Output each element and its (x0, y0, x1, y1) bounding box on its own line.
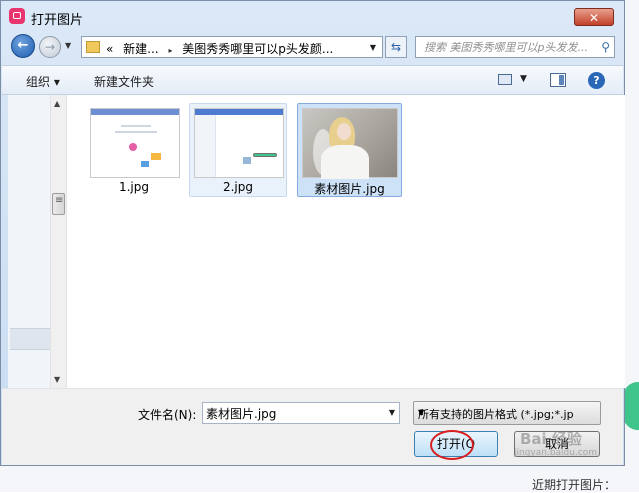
organize-menu[interactable]: 组织 ▾ (26, 73, 60, 90)
file-name: 素材图片.jpg (314, 182, 385, 196)
filetype-select[interactable]: 所有支持的图片格式 (*.jpg;*.jp ▼ (413, 401, 601, 425)
file-name: 1.jpg (118, 180, 150, 194)
breadcrumb-item-current[interactable]: 美图秀秀哪里可以p头发颜... (182, 42, 333, 56)
scrollbar-thumb[interactable] (52, 193, 65, 215)
address-bar[interactable]: « 新建... ▸ 美图秀秀哪里可以p头发颜... ▼ (81, 36, 383, 58)
file-item-1jpg[interactable]: 1.jpg (85, 103, 183, 197)
help-icon[interactable]: ? (588, 72, 605, 89)
file-item-2jpg[interactable]: 2.jpg (189, 103, 287, 197)
refresh-button[interactable]: ⇆ (385, 36, 407, 58)
forward-button[interactable]: → (39, 36, 61, 58)
dialog-title: 打开图片 (31, 13, 84, 28)
file-name: 2.jpg (222, 180, 254, 194)
view-mode-icon[interactable] (498, 74, 512, 85)
filename-field[interactable] (203, 403, 381, 423)
scroll-up-icon[interactable]: ▲ (54, 99, 60, 108)
address-dropdown-icon[interactable]: ▼ (370, 43, 376, 52)
search-box[interactable]: ⚲ (415, 36, 615, 58)
filename-combobox[interactable]: ▼ (202, 402, 400, 424)
back-button[interactable]: ← (11, 34, 35, 58)
recent-locations-dropdown[interactable]: ▼ (65, 41, 71, 50)
filetype-dropdown-icon[interactable]: ▼ (418, 408, 595, 417)
open-image-dialog: 打开图片 ✕ ← → ▼ « 新建... ▸ 美图秀秀哪里可以p头发颜... ▼… (0, 0, 625, 466)
search-icon[interactable]: ⚲ (601, 40, 610, 54)
annotation-red-circle (430, 430, 474, 460)
navigation-bar: ← → ▼ « 新建... ▸ 美图秀秀哪里可以p头发颜... ▼ ⇆ ⚲ (1, 33, 624, 61)
breadcrumb-item-new[interactable]: 新建... (123, 42, 158, 56)
navigation-pane[interactable] (8, 95, 50, 388)
navigation-pane-scrollbar[interactable]: ▲ ▼ (50, 95, 67, 388)
title-bar: 打开图片 ✕ (1, 1, 624, 33)
scroll-down-icon[interactable]: ▼ (54, 375, 60, 384)
file-item-material-image[interactable]: 素材图片.jpg (297, 103, 402, 197)
recent-images-label: 近期打开图片： (532, 478, 617, 492)
meitu-app-icon (9, 8, 25, 24)
close-button[interactable]: ✕ (574, 8, 614, 26)
new-folder-button[interactable]: 新建文件夹 (94, 73, 154, 90)
navigation-pane-selected-item[interactable] (10, 328, 50, 350)
background-green-button (623, 382, 639, 430)
view-mode-dropdown-icon[interactable]: ▼ (520, 74, 527, 84)
filename-label: 文件名(N): (138, 408, 197, 422)
folder-icon (86, 41, 100, 53)
filename-dropdown-icon[interactable]: ▼ (389, 408, 395, 417)
preview-pane-icon[interactable] (550, 73, 566, 87)
file-thumbnail (194, 108, 284, 178)
watermark-url: jingyan.baidu.com (514, 448, 598, 458)
command-toolbar: 组织 ▾ 新建文件夹 ▼ ? (2, 65, 623, 95)
search-input[interactable] (416, 37, 592, 57)
breadcrumb-overflow[interactable]: « (106, 42, 113, 56)
file-thumbnail (90, 108, 180, 178)
watermark-brand: Bai 经验 (520, 430, 582, 448)
file-list: 1.jpg 2.jpg 素材图片.jpg (67, 95, 625, 388)
file-thumbnail-bride-photo (302, 108, 398, 179)
breadcrumb-separator-icon: ▸ (168, 46, 173, 55)
breadcrumb[interactable]: « 新建... ▸ 美图秀秀哪里可以p头发颜... (106, 40, 339, 57)
